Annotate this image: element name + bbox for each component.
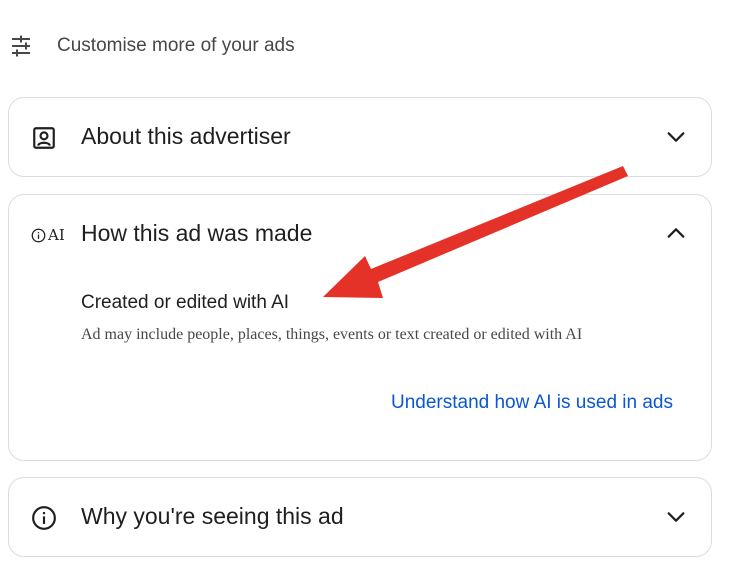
ai-icon-text: AI xyxy=(48,226,65,244)
why-seeing-ad-header[interactable]: Why you're seeing this ad xyxy=(9,478,711,556)
understand-ai-link[interactable]: Understand how AI is used in ads xyxy=(391,392,673,414)
chevron-up-icon[interactable] xyxy=(665,222,687,244)
ai-created-subtitle: Created or edited with AI xyxy=(81,292,290,313)
customise-ads-label: Customise more of your ads xyxy=(57,35,295,56)
tune-sliders-icon xyxy=(9,34,33,58)
about-advertiser-title: About this advertiser xyxy=(81,123,291,149)
why-seeing-ad-card: Why you're seeing this ad xyxy=(8,477,712,557)
ai-created-description: Ad may include people, places, things, e… xyxy=(81,326,583,343)
account-box-icon xyxy=(31,125,57,151)
how-ad-made-card: AI How this ad was made Created or edite… xyxy=(8,194,712,461)
chevron-down-icon[interactable] xyxy=(665,506,687,528)
chevron-down-icon[interactable] xyxy=(665,126,687,148)
why-seeing-ad-title: Why you're seeing this ad xyxy=(81,503,344,529)
about-advertiser-card: About this advertiser xyxy=(8,97,712,177)
about-advertiser-header[interactable]: About this advertiser xyxy=(9,98,711,176)
info-ai-icon: AI xyxy=(31,225,65,245)
info-icon xyxy=(31,505,57,531)
how-ad-made-title: How this ad was made xyxy=(81,220,313,246)
customise-ads-row[interactable]: Customise more of your ads xyxy=(0,24,733,68)
how-ad-made-header[interactable]: AI How this ad was made xyxy=(9,195,711,275)
